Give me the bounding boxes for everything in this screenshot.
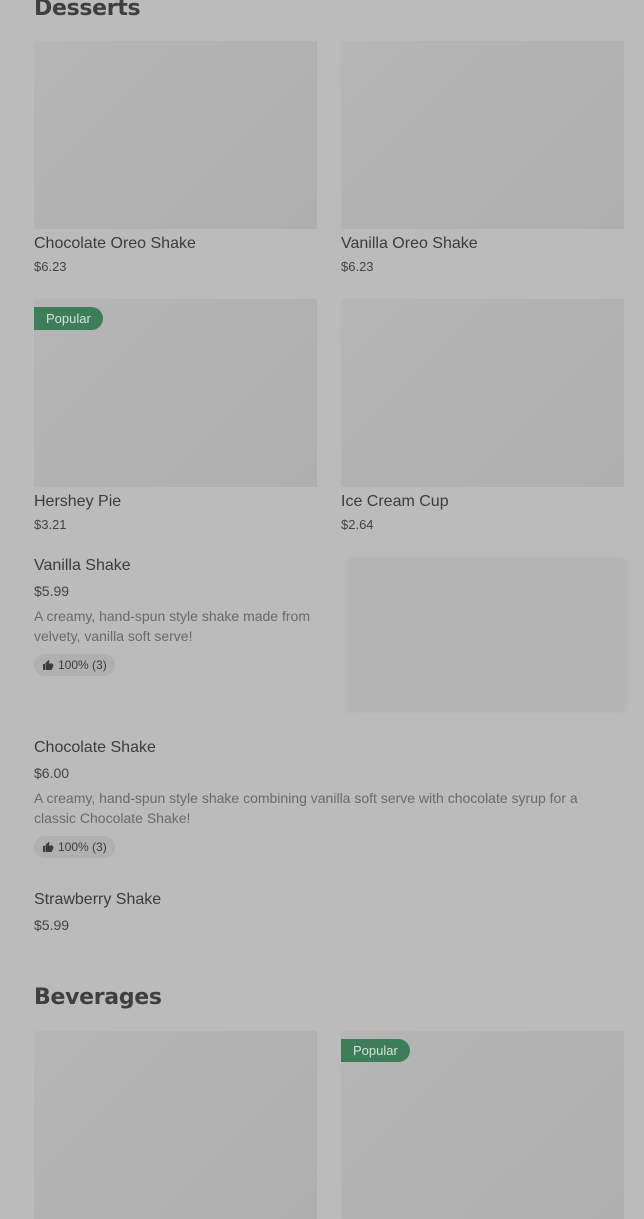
thumbs-up-icon: [43, 660, 54, 670]
item-description: A creamy, hand-spun style shake made fro…: [34, 608, 310, 644]
item-description: A creamy, hand-spun style shake combinin…: [34, 790, 578, 826]
menu-card-beverage-2[interactable]: Popular: [341, 1031, 624, 1219]
item-image: Popular: [34, 299, 317, 487]
rating-badge: 100% (3): [34, 836, 115, 858]
item-name: Ice Cream Cup: [341, 493, 449, 510]
item-price: $5.99: [34, 917, 70, 933]
menu-card-ice-cream-cup[interactable]: Ice Cream Cup $2.64: [341, 299, 624, 532]
item-price: $3.21: [34, 517, 67, 532]
menu-item-strawberry-shake[interactable]: Strawberry Shake $5.99: [34, 891, 614, 933]
item-name: Vanilla Shake: [34, 557, 131, 574]
menu-card-beverage-1[interactable]: [34, 1031, 317, 1219]
popular-badge: Popular: [34, 307, 103, 330]
item-price: $6.23: [34, 259, 67, 274]
menu-item-chocolate-shake[interactable]: Chocolate Shake $6.00 A creamy, hand-spu…: [34, 739, 614, 858]
beverages-heading: Beverages: [34, 985, 162, 1010]
item-name: Chocolate Shake: [34, 739, 156, 756]
item-price: $2.64: [341, 517, 374, 532]
item-image: [341, 41, 624, 229]
desserts-heading: Desserts: [34, 0, 141, 21]
item-name: Vanilla Oreo Shake: [341, 235, 478, 252]
rating-text: 100% (3): [58, 658, 107, 672]
item-price: $5.99: [34, 583, 70, 599]
item-price: $6.23: [341, 259, 374, 274]
thumbs-up-icon: [43, 842, 54, 852]
rating-badge: 100% (3): [34, 654, 115, 676]
menu-card-hershey-pie[interactable]: Popular Hershey Pie $3.21: [34, 299, 317, 532]
item-image: [341, 299, 624, 487]
item-price: $6.00: [34, 765, 70, 781]
menu-card-chocolate-oreo-shake[interactable]: Chocolate Oreo Shake $6.23: [34, 41, 317, 274]
item-image: [34, 41, 317, 229]
item-name: Chocolate Oreo Shake: [34, 235, 196, 252]
item-image: Popular: [341, 1031, 624, 1219]
menu-card-vanilla-oreo-shake[interactable]: Vanilla Oreo Shake $6.23: [341, 41, 624, 274]
item-name: Strawberry Shake: [34, 891, 162, 908]
popular-badge: Popular: [341, 1039, 410, 1062]
rating-text: 100% (3): [58, 840, 107, 854]
item-image: [34, 1031, 317, 1219]
menu-item-vanilla-shake[interactable]: Vanilla Shake $5.99 A creamy, hand-spun …: [34, 557, 324, 676]
item-image-vanilla-shake[interactable]: [348, 559, 624, 711]
item-name: Hershey Pie: [34, 493, 122, 510]
